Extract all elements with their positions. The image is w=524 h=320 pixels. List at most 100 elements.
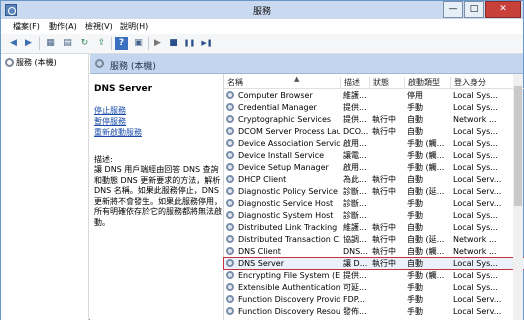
table-row[interactable]: Device Setup Manager 啟用... 手動 (觸... Local S… — [224, 162, 524, 173]
menu-help[interactable]: 說明(H) — [120, 21, 148, 32]
properties-icon[interactable]: ▣ — [132, 37, 145, 50]
service-gear-icon — [226, 259, 234, 267]
cell-name: Device Setup Manager — [238, 163, 329, 172]
table-row[interactable]: Extensible Authentication ... 可延... 手動 Loca… — [224, 282, 524, 293]
column-status-header[interactable]: 狀態 — [369, 77, 404, 89]
cell-logon: Local Serv... — [453, 187, 502, 196]
tree-item-services-local[interactable]: 服務 (本機) — [5, 57, 57, 68]
service-gear-icon — [226, 295, 234, 303]
close-button[interactable]: ✕ — [485, 1, 521, 18]
service-gear-icon — [226, 283, 234, 291]
cell-desc: 診斷... — [343, 199, 367, 208]
cell-desc: DCO... — [343, 127, 369, 136]
service-gear-icon — [226, 163, 234, 171]
toolbar-separator — [39, 37, 40, 50]
pause-icon[interactable]: ❚❚ — [183, 37, 196, 50]
forward-icon[interactable]: ▶ — [22, 37, 35, 50]
start-icon[interactable]: ▶ — [151, 37, 164, 50]
cell-logon: Local Serv... — [453, 175, 502, 184]
pane-title: 服務 (本機) — [110, 62, 156, 72]
cell-logon: Local Sys... — [453, 211, 498, 220]
table-row[interactable]: Cryptographic Services 提供... 執行中 自動 Network … — [224, 114, 524, 125]
cell-desc: 發佈... — [343, 307, 367, 316]
pane-header: 服務 (本機) — [90, 54, 523, 74]
cell-logon: Network ... — [453, 235, 497, 244]
cell-desc: 維護... — [343, 223, 367, 232]
table-row-selected[interactable]: DNS Server 讓 D... 執行中 自動 Local Sys... — [223, 257, 524, 270]
column-name-header[interactable]: 名稱 — [224, 77, 340, 89]
minimize-button[interactable]: — — [443, 1, 463, 18]
table-row[interactable]: Function Discovery Provid... FDP... 手動 Loca… — [224, 294, 524, 305]
cell-startup: 手動 (觸... — [407, 163, 445, 172]
maximize-button[interactable]: □ — [464, 1, 484, 18]
cell-startup: 手動 (觸... — [407, 139, 445, 148]
cell-name: DCOM Server Process Lau... — [238, 127, 340, 136]
table-row[interactable]: Diagnostic Policy Service 診斷... 執行中 自動 (延..… — [224, 186, 524, 197]
gear-icon — [5, 58, 14, 67]
title-bar[interactable]: 服務 — □ ✕ — [1, 1, 523, 19]
column-logon-header[interactable]: 登入身分 — [450, 77, 514, 89]
table-row[interactable]: DCOM Server Process Lau... DCO... 執行中 自動 Loc… — [224, 126, 524, 137]
cell-name: Diagnostic System Host — [238, 211, 334, 220]
cell-desc: 啟用... — [343, 163, 367, 172]
description-label: 描述: — [94, 155, 113, 164]
cell-logon: Network ... — [453, 115, 497, 124]
table-row[interactable]: Diagnostic System Host 診斷... 手動 Local Sys..… — [224, 210, 524, 221]
console-tree: 服務 (本機) — [1, 54, 89, 320]
cell-name: Diagnostic Policy Service — [238, 187, 338, 196]
cell-logon: Network ... — [453, 247, 497, 256]
cell-startup: 手動 — [407, 283, 423, 292]
details-icon[interactable]: ▤ — [61, 37, 74, 50]
services-window: 服務 — □ ✕ 檔案(F) 動作(A) 檢視(V) 說明(H) ◀ ▶ ▦ ▤… — [0, 0, 524, 320]
table-row[interactable]: Encrypting File System (EFS)提供... 手動 (觸..… — [224, 270, 524, 281]
toolbar-separator — [148, 37, 149, 50]
cell-status: 執行中 — [372, 187, 396, 196]
table-row[interactable]: Distributed Link Tracking ... 維護... 執行中 自動 L… — [224, 222, 524, 233]
cell-status: 執行中 — [372, 223, 396, 232]
cell-status: 執行中 — [372, 259, 396, 268]
cell-desc: 診斷... — [343, 211, 367, 220]
table-row[interactable]: Device Install Service 讓電... 手動 (觸... Local… — [224, 150, 524, 161]
cell-name: Encrypting File System (EFS) — [238, 271, 340, 280]
table-row[interactable]: Credential Manager 提供... 手動 Local Sys... — [224, 102, 524, 113]
cell-status: 執行中 — [372, 115, 396, 124]
export-icon[interactable]: ⇪ — [95, 37, 108, 50]
pause-service-link[interactable]: 暫停服務 — [94, 116, 126, 127]
help-icon[interactable]: ? — [115, 37, 128, 50]
cell-name: Device Association Service — [238, 139, 340, 148]
cell-desc: 診斷... — [343, 187, 367, 196]
column-startup-header[interactable]: 啟動類型 — [404, 77, 450, 89]
vertical-scrollbar[interactable] — [513, 74, 523, 320]
cell-name: Distributed Link Tracking ... — [238, 223, 340, 232]
cell-desc: 維護... — [343, 91, 367, 100]
menu-view[interactable]: 檢視(V) — [85, 21, 113, 32]
stop-icon[interactable]: ■ — [167, 37, 180, 50]
menu-file[interactable]: 檔案(F) — [13, 21, 40, 32]
restart-service-link[interactable]: 重新啟動服務 — [94, 127, 142, 138]
service-gear-icon — [226, 223, 234, 231]
back-icon[interactable]: ◀ — [7, 37, 20, 50]
table-row[interactable]: Device Association Service 啟用... 手動 (觸... L… — [224, 138, 524, 149]
cell-name: Function Discovery Resou... — [238, 307, 340, 316]
refresh-icon[interactable]: ↻ — [78, 37, 91, 50]
cell-status: 執行中 — [372, 127, 396, 136]
table-row[interactable]: Function Discovery Resou... 發佈... 手動 Local … — [224, 306, 524, 317]
cell-logon: Local Serv... — [453, 295, 502, 304]
table-row[interactable]: Diagnostic Service Host 診斷... 手動 Local Serv… — [224, 198, 524, 209]
cell-startup: 自動 (觸... — [407, 247, 445, 256]
table-row[interactable]: DNS Client DNS... 執行中 自動 (觸... Network ... — [224, 246, 524, 257]
console-tree-icon[interactable]: ▦ — [44, 37, 57, 50]
table-row[interactable]: Distributed Transaction C... 協調... 執行中 自動 (… — [224, 234, 524, 245]
service-name: DNS Server — [94, 84, 153, 94]
menu-action[interactable]: 動作(A) — [49, 21, 77, 32]
table-row[interactable]: DHCP Client 為此... 執行中 自動 Local Serv... — [224, 174, 524, 185]
column-desc-header[interactable]: 描述 — [340, 77, 369, 89]
stop-service-link[interactable]: 停止服務 — [94, 105, 126, 116]
restart-icon[interactable]: ▶❚ — [199, 37, 215, 50]
cell-startup: 自動 — [407, 115, 423, 124]
scrollbar-thumb[interactable] — [514, 86, 522, 206]
cell-name: DNS Client — [238, 247, 281, 256]
table-row[interactable]: Computer Browser 維護... 停用 Local Sys... — [224, 90, 524, 101]
cell-logon: Local Sys... — [453, 91, 498, 100]
cell-desc: 讓電... — [343, 151, 367, 160]
